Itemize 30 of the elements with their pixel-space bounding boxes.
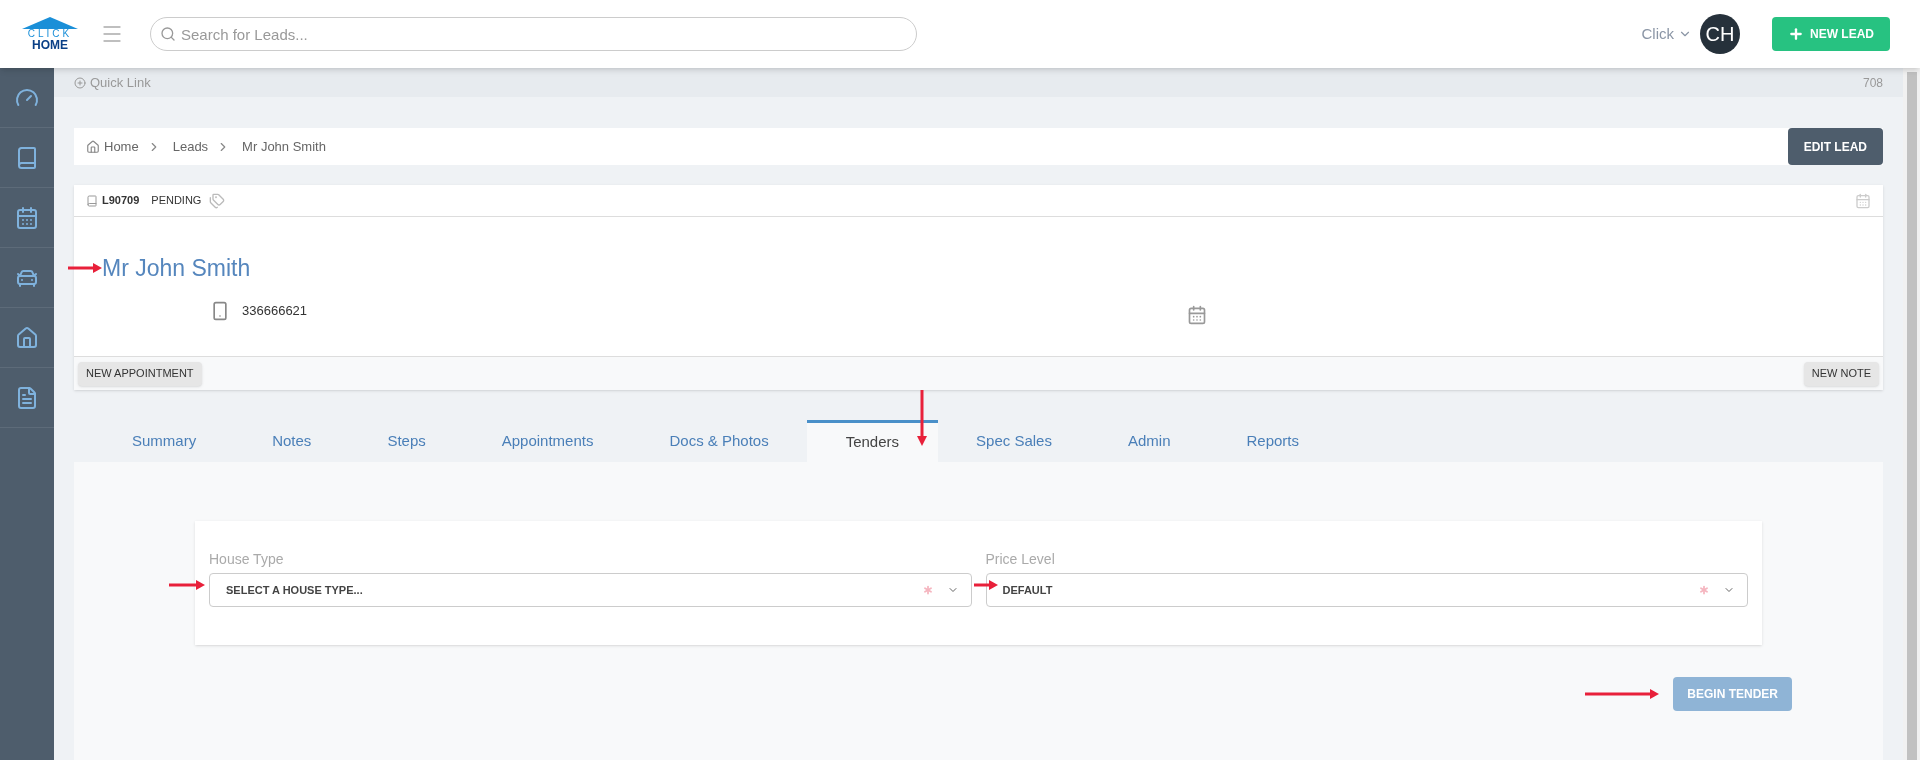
count: 708 (1862, 74, 1883, 92)
breadcrumb-link[interactable]: Mr John Smith (242, 136, 326, 157)
user-menu[interactable]: Click (1641, 22, 1692, 46)
edit-lead-button[interactable]: EDIT LEAD (1787, 128, 1883, 165)
phone-number: 336666621 (242, 302, 308, 321)
field-label: Price Level (985, 550, 1056, 569)
lead-status: PENDING (151, 193, 202, 209)
quick-link[interactable]: Quick Link (74, 72, 151, 93)
select-field[interactable]: DEFAULT (985, 573, 1748, 607)
new-appointment-button[interactable]: NEW APPOINTMENT (78, 361, 202, 386)
tab[interactable]: Summary (94, 420, 235, 462)
tab[interactable]: Reports (1208, 420, 1337, 462)
lead-id: L90709 (102, 193, 140, 209)
lead-name: Mr John Smith (102, 254, 251, 283)
select-field[interactable]: SELECT A HOUSE TYPE... (209, 573, 972, 607)
search-field[interactable]: Search for Leads... (150, 17, 917, 51)
breadcrumb-link[interactable]: Leads (172, 136, 209, 157)
tab[interactable]: Notes (234, 420, 350, 462)
field-label: House Type (209, 550, 285, 569)
tab[interactable]: Tenders (806, 420, 939, 462)
tab[interactable]: Docs & Photos (631, 420, 807, 462)
new-note-button[interactable]: NEW NOTE (1803, 361, 1879, 386)
breadcrumb-link[interactable]: Home (104, 136, 139, 157)
logo[interactable]: CLICK HOME (20, 17, 80, 51)
new-lead-button[interactable]: NEW LEAD (1772, 17, 1890, 51)
tab[interactable]: Spec Sales (938, 420, 1090, 462)
tab[interactable]: Appointments (463, 420, 632, 462)
tab[interactable]: Admin (1089, 420, 1209, 462)
avatar[interactable]: CH (1700, 14, 1740, 54)
tab[interactable]: Steps (349, 420, 464, 462)
